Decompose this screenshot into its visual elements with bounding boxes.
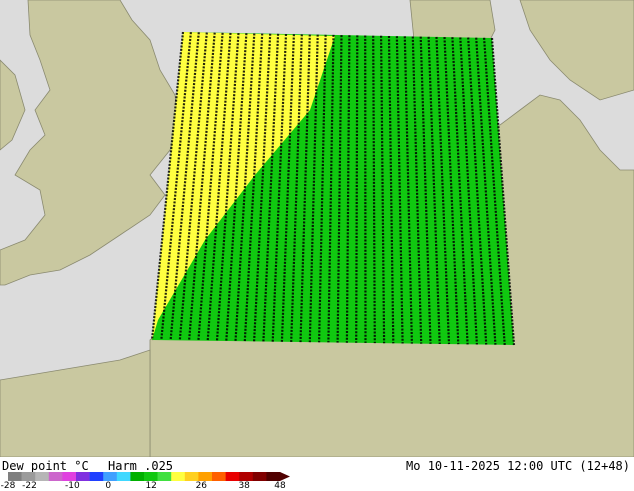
- color-swatch: [144, 472, 158, 481]
- color-swatch: [266, 472, 280, 481]
- color-swatch: [22, 472, 36, 481]
- color-swatch: [103, 472, 117, 481]
- color-swatch: [49, 472, 63, 481]
- color-scale-arrow: [280, 472, 290, 481]
- color-swatch: [130, 472, 144, 481]
- color-swatch: [35, 472, 49, 481]
- color-swatch: [239, 472, 253, 481]
- color-swatch: [253, 472, 267, 481]
- color-swatch: [76, 472, 90, 481]
- color-swatch: [171, 472, 185, 481]
- color-swatch: [90, 472, 104, 481]
- color-swatch: [62, 472, 76, 481]
- color-swatch: [198, 472, 212, 481]
- valid-time: Mo 10-11-2025 12:00 UTC (12+48): [406, 459, 630, 473]
- color-swatch: [117, 472, 131, 481]
- weather-map: [0, 0, 634, 457]
- legend-bar: Dew point °C Harm .025 Mo 10-11-2025 12:…: [0, 457, 634, 490]
- color-swatch: [8, 472, 22, 481]
- color-swatch: [212, 472, 226, 481]
- color-swatch: [185, 472, 199, 481]
- color-swatch: [226, 472, 240, 481]
- map-canvas: [0, 0, 634, 457]
- color-swatch: [158, 472, 172, 481]
